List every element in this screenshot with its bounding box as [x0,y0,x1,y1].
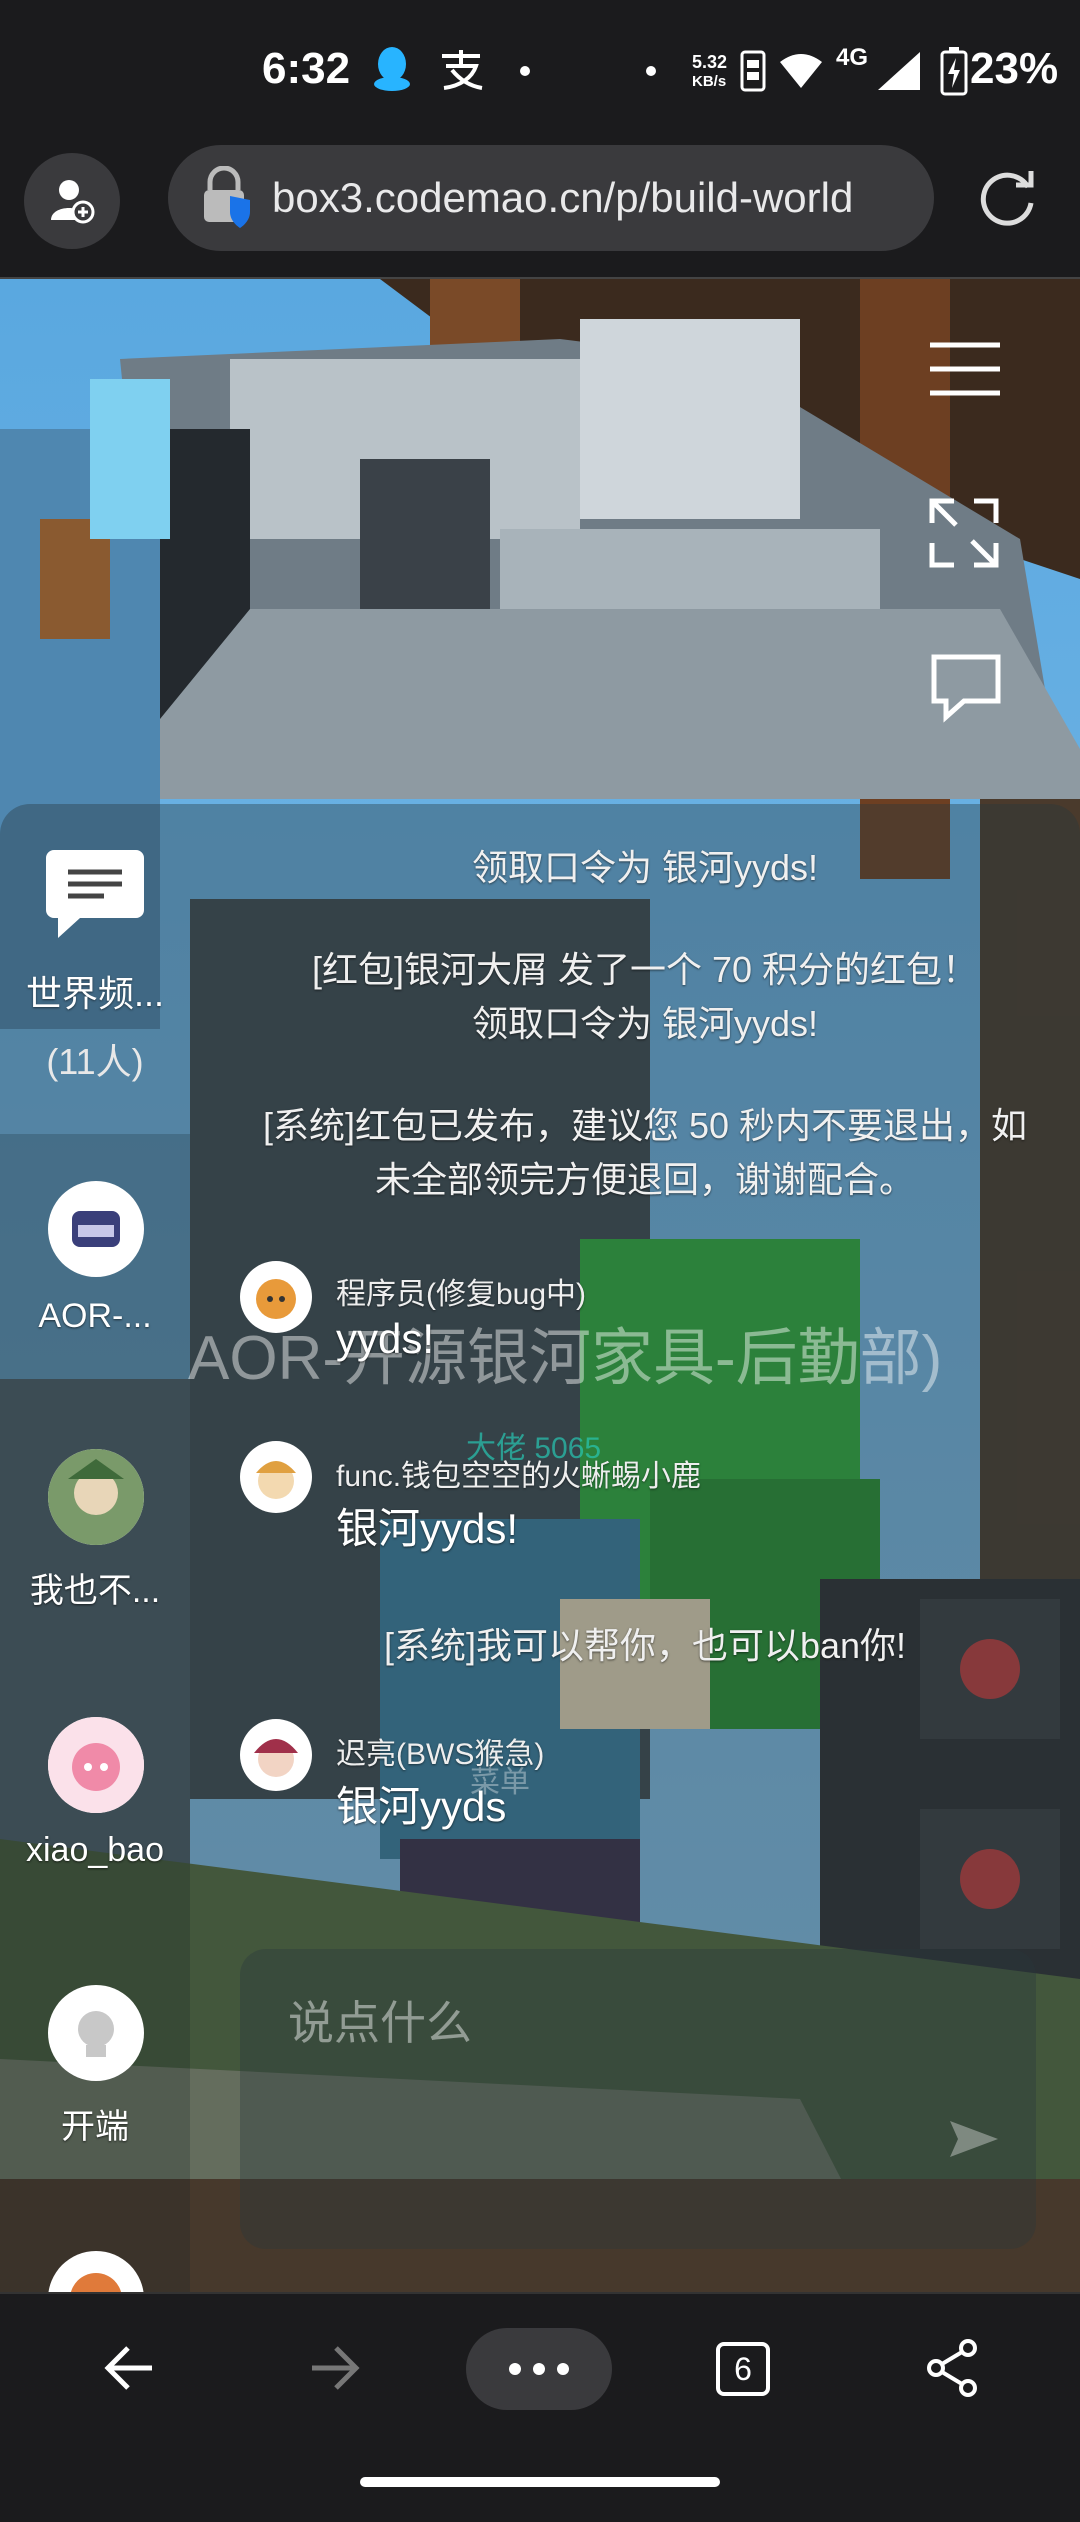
player-name: 我也不... [29,1572,161,1610]
add-user-icon [51,180,95,224]
player-avatar[interactable] [48,1717,144,1813]
battery-charging-icon [940,47,968,96]
browser-toolbar: box3.codemao.cn/p/build-world [0,145,1080,277]
message-avatar[interactable] [240,1441,312,1513]
menu-icon[interactable] [928,341,1002,397]
net-speed: 5.32 KB/s [692,52,728,90]
tabs-button[interactable]: 6 [716,2342,770,2396]
message-author: 程序员(修复bug中) [336,1278,587,1311]
notification-dot-icon [646,66,656,76]
more-menu-button[interactable] [466,2328,612,2410]
message-text: yyds! [336,1315,435,1362]
player-avatar[interactable] [48,1985,144,2081]
back-icon[interactable] [104,2342,156,2394]
bluetooth-battery-icon [740,50,766,92]
system-message: 未全部领完方便退回，谢谢配合。 [374,1159,915,1200]
message-text: 银河yyds! [336,1505,519,1552]
system-message: [系统]红包已发布，建议您 50 秒内不要退出，如 [262,1105,1028,1146]
system-message: [系统]我可以帮你，也可以ban你! [383,1625,907,1666]
game-viewport[interactable]: 世界频... (11人) AOR-... 我也不... xiao_bao 开端 … [0,277,1080,2294]
chat-bubble-icon[interactable] [928,653,1004,723]
home-indicator[interactable] [360,2477,720,2487]
player-avatar[interactable] [48,1181,144,1277]
message-author: func.钱包空空的火蜥蜴小鹿 [336,1460,702,1493]
notification-dot-icon [520,66,530,76]
player-name: AOR-... [38,1297,152,1335]
signal-icon [878,52,920,90]
forward-icon[interactable] [308,2342,360,2394]
reload-icon[interactable] [976,167,1038,229]
message-author: 迟亮(BWS猴急) [336,1738,545,1771]
url-bar[interactable]: box3.codemao.cn/p/build-world [168,145,934,251]
send-icon[interactable] [948,2119,1000,2159]
more-dot [533,2363,545,2375]
chat-input[interactable]: 说点什么 [240,1949,1036,2249]
more-dot [557,2363,569,2375]
wifi-icon [780,54,822,88]
network-type: 4G [836,44,869,71]
share-icon[interactable] [924,2338,980,2398]
system-message: 领取口令为 银河yyds! [471,1003,819,1044]
alipay-icon [442,50,483,90]
player-name: 开端 [61,2108,129,2146]
browser-bottom-bar: 6 [0,2292,1080,2522]
channel-count: (11人) [46,1041,144,1082]
system-message: 领取口令为 银河yyds! [471,847,819,888]
lock-shield-icon [200,165,254,230]
message-avatar[interactable] [240,1719,312,1791]
qq-icon [374,47,410,91]
battery-percent: 23% [970,44,1059,93]
message-avatar[interactable] [240,1261,312,1333]
message-text: 银河yyds [336,1783,507,1830]
system-message: [红包]银河大屑 发了一个 70 积分的红包！ [311,949,979,990]
more-dot [509,2363,521,2375]
player-avatar[interactable] [48,1449,144,1545]
status-time: 6:32 [262,44,351,93]
fullscreen-icon[interactable] [928,497,1000,569]
status-bar: 6:32 5.32 KB/s 4G 23% [0,0,1080,145]
url-text: box3.codemao.cn/p/build-world [272,174,854,221]
profile-button[interactable] [24,153,120,249]
chat-input-placeholder: 说点什么 [288,1997,472,2049]
world-channel-icon[interactable] [44,846,146,942]
player-name: xiao_bao [25,1831,164,1869]
channel-name[interactable]: 世界频... [0,965,190,1017]
